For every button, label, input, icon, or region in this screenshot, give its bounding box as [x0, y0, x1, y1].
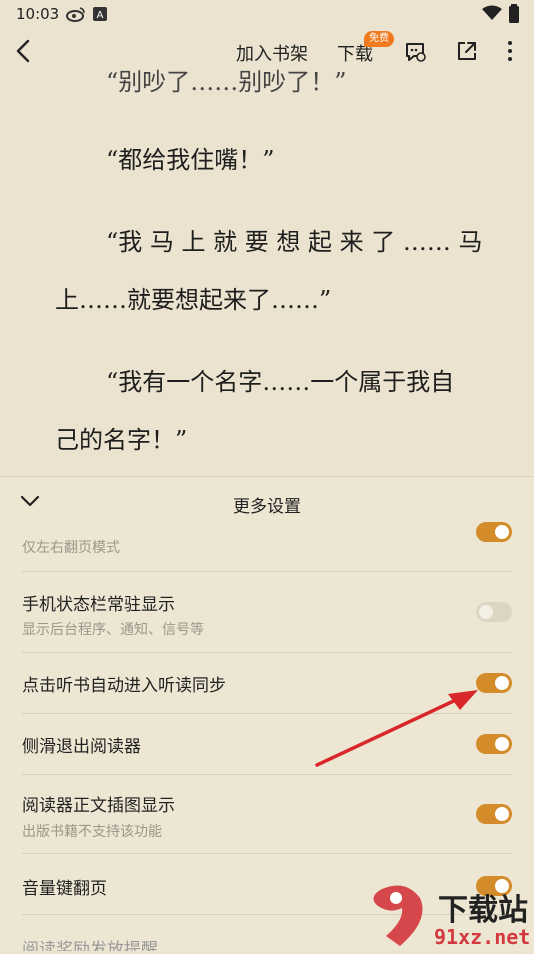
reader-line: 己的名字！”: [55, 426, 188, 454]
battery-icon: [508, 4, 520, 28]
toggle-switch[interactable]: [476, 804, 512, 824]
status-time: 10:03: [16, 5, 60, 23]
svg-text:A: A: [97, 10, 104, 21]
watermark-brand: 下载站: [438, 893, 528, 928]
setting-row-status-bar[interactable]: 手机状态栏常驻显示 显示后台程序、通知、信号等: [0, 572, 534, 652]
setting-title: 阅读奖励发放提醒: [22, 940, 158, 951]
setting-title: 点击听书自动进入听读同步: [22, 676, 226, 696]
setting-title: 音量键翻页: [22, 879, 107, 899]
site-watermark: 下载站 91xz.net: [360, 880, 534, 954]
toggle-knob: [495, 807, 509, 821]
sheet-title: 更多设置: [233, 497, 301, 517]
toggle-switch[interactable]: [476, 602, 512, 622]
reader-line: “我 马 上 就 要 想 起 来 了 …… 马: [106, 228, 483, 256]
weibo-icon: [66, 6, 86, 26]
setting-subtitle: 显示后台程序、通知、信号等: [22, 622, 204, 638]
toggle-switch[interactable]: [476, 522, 512, 542]
wifi-icon: [482, 5, 502, 25]
reading-content[interactable]: “别吵了……别吵了！” “都给我住嘴！” “我 马 上 就 要 想 起 来 了 …: [0, 56, 534, 476]
a-icon: A: [93, 6, 107, 25]
reader-line: “都给我住嘴！”: [106, 146, 275, 174]
free-badge: 免费: [364, 31, 394, 47]
setting-title: 手机状态栏常驻显示: [22, 595, 175, 615]
setting-title: 侧滑退出阅读器: [22, 737, 141, 757]
annotation-arrow: [315, 690, 478, 767]
toggle-knob: [479, 605, 493, 619]
reader-line: “我有一个名字……一个属于我自: [106, 368, 455, 396]
setting-row-page-mode[interactable]: 仅左右翻页模式: [0, 517, 534, 571]
reader-line: 上……就要想起来了……”: [55, 286, 332, 314]
setting-subtitle: 仅左右翻页模式: [22, 540, 120, 556]
setting-title: 阅读器正文插图显示: [22, 796, 175, 816]
toggle-knob: [495, 525, 509, 539]
toggle-knob: [495, 737, 509, 751]
toggle-knob: [495, 676, 509, 690]
setting-subtitle: 出版书籍不支持该功能: [22, 824, 162, 840]
setting-row-illustrations[interactable]: 阅读器正文插图显示 出版书籍不支持该功能: [0, 775, 534, 853]
watermark-url: 91xz.net: [434, 925, 530, 949]
reader-line: “别吵了……别吵了！”: [106, 68, 347, 96]
status-bar: 10:03 A: [0, 0, 534, 30]
